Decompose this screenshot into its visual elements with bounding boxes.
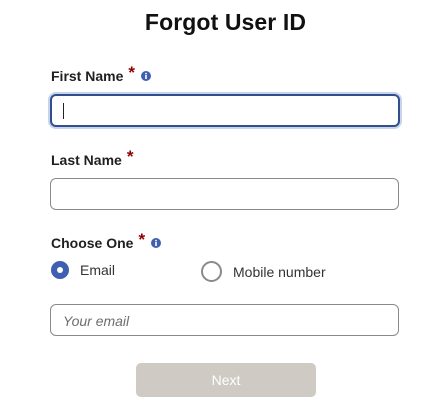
choose-one-label: Choose One * [51,230,162,251]
next-button[interactable]: Next [136,363,316,397]
radio-option-email[interactable]: Email [51,261,115,279]
forgot-user-id-page: Forgot User ID First Name * Last Name * … [0,0,440,413]
radio-option-mobile[interactable]: Mobile number [201,261,326,282]
mobile-number-radio[interactable] [201,261,222,282]
email-field[interactable]: Your email [50,304,399,336]
first-name-field[interactable] [50,94,400,127]
required-marker: * [126,147,134,166]
info-icon[interactable] [151,235,162,248]
last-name-field[interactable] [50,178,399,210]
choose-one-label-text: Choose One [51,235,134,251]
first-name-label-text: First Name [51,68,124,84]
first-name-label: First Name * [51,63,151,84]
mobile-number-radio-label[interactable]: Mobile number [233,264,326,280]
text-caret [63,103,64,119]
last-name-label: Last Name * [51,147,134,168]
required-marker: * [128,63,135,82]
required-marker: * [138,230,146,249]
info-icon[interactable] [140,68,151,81]
page-title: Forgot User ID [144,9,307,35]
email-placeholder: Your email [63,313,130,329]
email-radio-label[interactable]: Email [80,262,115,278]
email-radio[interactable] [51,261,69,279]
contact-method-radio-group: Email Mobile number [50,261,410,283]
last-name-label-text: Last Name [51,152,122,168]
